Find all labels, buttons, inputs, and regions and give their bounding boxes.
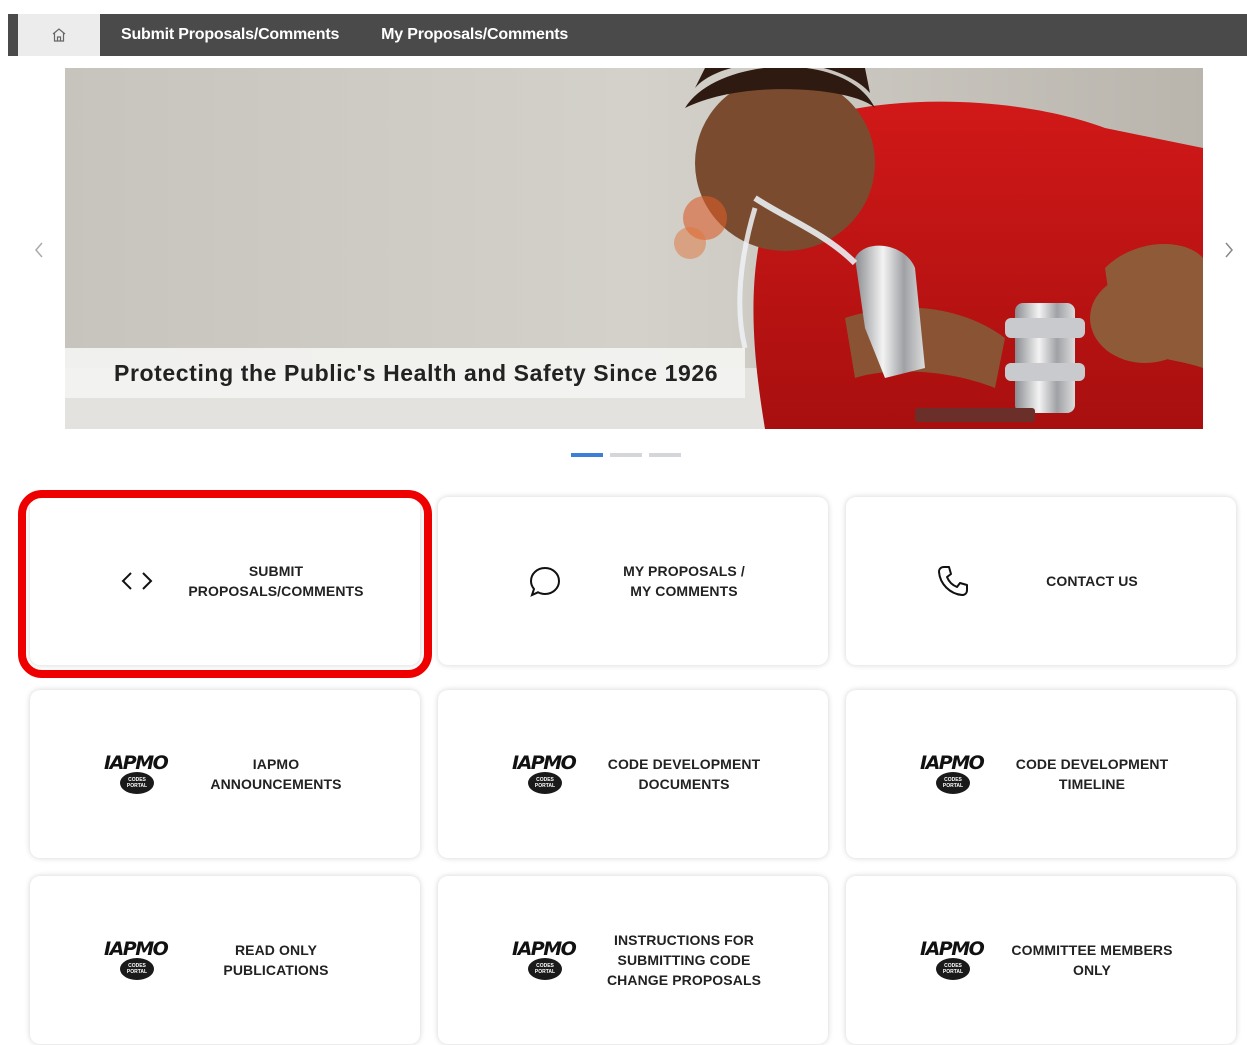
hero-carousel: Protecting the Public's Health and Safet… [0,68,1247,468]
tile-label: MY PROPOSALS / MY COMMENTS [580,561,788,601]
tile-submit-proposals[interactable]: SUBMIT PROPOSALS/COMMENTS [30,497,420,665]
tile-icon-wrap: IAPMO CODES PORTAL [918,752,988,796]
tile-label-line: INSTRUCTIONS FOR [613,932,755,948]
portal-page: Submit Proposals/Comments My Proposals/C… [0,0,1247,1045]
tile-committee-members-only[interactable]: IAPMO CODES PORTAL COMMITTEE MEMBERS ONL… [846,876,1236,1044]
tile-my-proposals[interactable]: MY PROPOSALS / MY COMMENTS [438,497,828,665]
chevron-right-icon [1225,242,1233,258]
tile-icon-wrap [510,564,580,598]
tile-label: SUBMIT PROPOSALS/COMMENTS [172,561,380,601]
carousel-next-button[interactable] [1217,238,1241,262]
tile-label-line: CODE DEVELOPMENT [1015,756,1169,772]
nav-my-proposals[interactable]: My Proposals/Comments [360,14,589,56]
tile-label-line: MY PROPOSALS / [623,563,745,579]
chat-bubble-icon [529,566,561,597]
logo-badge-bottom: PORTAL [942,783,964,789]
tile-icon-wrap: IAPMO CODES PORTAL [918,938,988,982]
phone-icon [938,566,968,596]
tile-iapmo-announcements[interactable]: IAPMO CODES PORTAL IAPMO ANNOUNCEMENTS [30,690,420,858]
tile-label: INSTRUCTIONS FOR SUBMITTING CODE CHANGE … [580,930,788,990]
logo-word: IAPMO [104,938,169,960]
tile-code-development-documents[interactable]: IAPMO CODES PORTAL CODE DEVELOPMENT DOCU… [438,690,828,858]
carousel-indicators [571,453,681,457]
nav-submit-proposals[interactable]: Submit Proposals/Comments [100,14,360,56]
tile-icon-wrap: IAPMO CODES PORTAL [102,752,172,796]
iapmo-logo: IAPMO CODES PORTAL [920,938,986,982]
caption-text: Protecting the Public's Health and Safet… [114,359,719,386]
tile-label: READ ONLY PUBLICATIONS [172,940,380,980]
carousel-prev-button[interactable] [27,238,51,262]
tile-label-line: CONTACT US [1046,573,1138,589]
carousel-indicator-1[interactable] [571,453,603,457]
logo-word: IAPMO [920,938,985,960]
iapmo-logo: IAPMO CODES PORTAL [512,752,578,796]
tile-label-line: DOCUMENTS [638,776,730,792]
logo-badge: CODES PORTAL [120,958,154,980]
tile-label-line: PUBLICATIONS [223,962,329,978]
tile-icon-wrap: IAPMO CODES PORTAL [510,938,580,982]
tile-label-line: ANNOUNCEMENTS [210,776,342,792]
tile-label-line: COMMITTEE MEMBERS [1011,942,1173,958]
tile-label-line: SUBMIT [248,563,304,579]
logo-badge: CODES PORTAL [528,958,562,980]
carousel-indicator-3[interactable] [649,453,681,457]
tile-label: IAPMO ANNOUNCEMENTS [172,754,380,794]
iapmo-logo: IAPMO CODES PORTAL [104,938,170,982]
tile-label: CODE DEVELOPMENT TIMELINE [988,754,1196,794]
iapmo-logo: IAPMO CODES PORTAL [512,938,578,982]
tile-label: CONTACT US [988,571,1196,591]
logo-badge: CODES PORTAL [528,772,562,794]
logo-word: IAPMO [512,938,577,960]
logo-word: IAPMO [920,752,985,774]
tile-label-line: SUBMITTING CODE [617,952,751,968]
tile-icon-wrap [918,564,988,598]
tile-label-line: READ ONLY [234,942,318,958]
tile-read-only-publications[interactable]: IAPMO CODES PORTAL READ ONLY PUBLICATION… [30,876,420,1044]
logo-badge-bottom: PORTAL [126,969,148,975]
tile-label-line: CODE DEVELOPMENT [607,756,761,772]
carousel-caption: Protecting the Public's Health and Safet… [65,348,745,398]
tile-label-line: IAPMO [252,756,300,772]
home-icon [52,28,66,42]
home-button[interactable] [18,14,100,56]
tile-contact-us[interactable]: CONTACT US [846,497,1236,665]
tile-label-line: CHANGE PROPOSALS [606,972,762,988]
tile-instructions-code-change[interactable]: IAPMO CODES PORTAL INSTRUCTIONS FOR SUBM… [438,876,828,1044]
carousel-indicator-2[interactable] [610,453,642,457]
logo-badge: CODES PORTAL [936,958,970,980]
iapmo-logo: IAPMO CODES PORTAL [920,752,986,796]
tile-icon-wrap: IAPMO CODES PORTAL [510,752,580,796]
tile-label-line: ONLY [1072,962,1111,978]
tile-label-line: TIMELINE [1058,776,1126,792]
top-nav: Submit Proposals/Comments My Proposals/C… [8,14,1247,56]
tile-label-line: MY COMMENTS [630,583,738,599]
tile-label: COMMITTEE MEMBERS ONLY [988,940,1196,980]
carousel-slide-image: Protecting the Public's Health and Safet… [65,68,1203,429]
code-brackets-icon [121,572,153,590]
tile-code-development-timeline[interactable]: IAPMO CODES PORTAL CODE DEVELOPMENT TIME… [846,690,1236,858]
logo-word: IAPMO [104,752,169,774]
logo-word: IAPMO [512,752,577,774]
chevron-left-icon [35,242,43,258]
logo-badge-bottom: PORTAL [126,783,148,789]
logo-badge: CODES PORTAL [936,772,970,794]
logo-badge-bottom: PORTAL [942,969,964,975]
tile-icon-wrap [102,570,172,592]
logo-badge-bottom: PORTAL [534,783,556,789]
tile-icon-wrap: IAPMO CODES PORTAL [102,938,172,982]
logo-badge: CODES PORTAL [120,772,154,794]
tile-label-line: PROPOSALS/COMMENTS [188,583,364,599]
logo-badge-bottom: PORTAL [534,969,556,975]
iapmo-logo: IAPMO CODES PORTAL [104,752,170,796]
tile-label: CODE DEVELOPMENT DOCUMENTS [580,754,788,794]
